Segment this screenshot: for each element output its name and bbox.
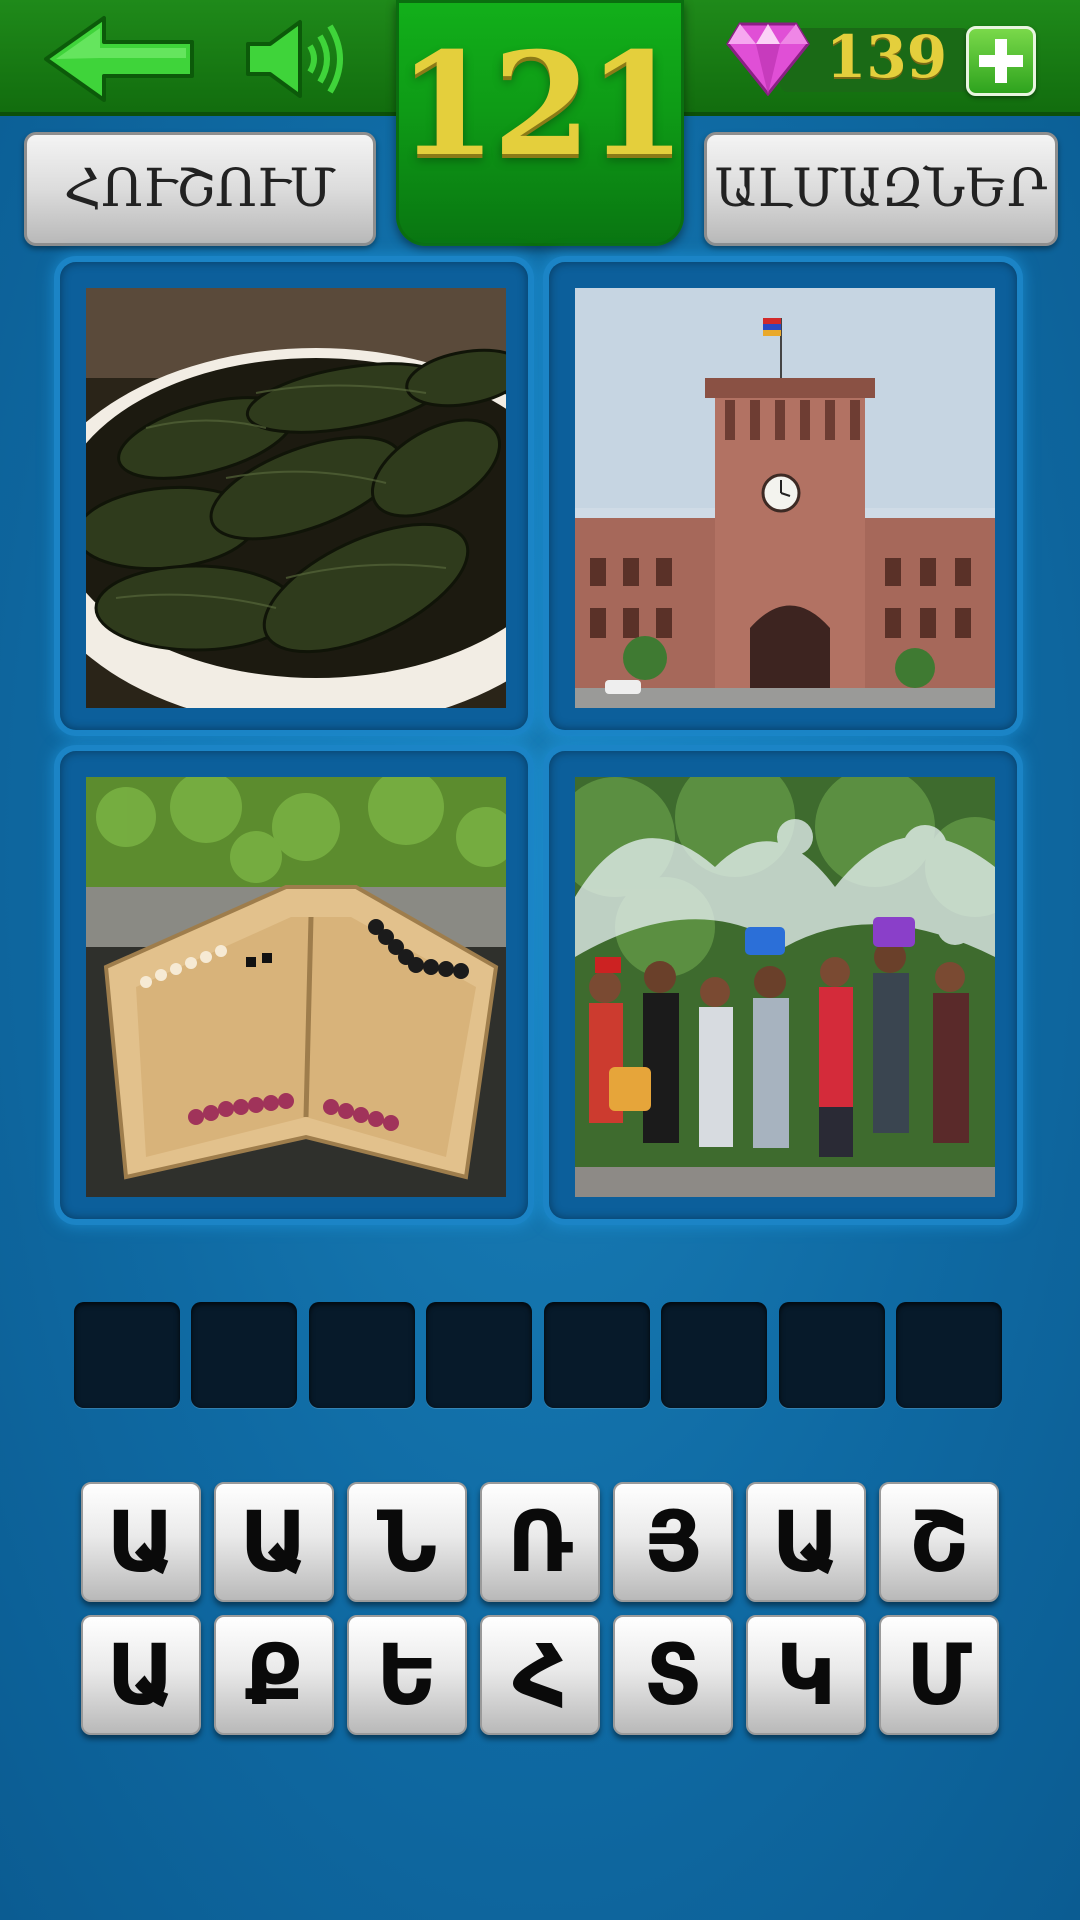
- letter-key[interactable]: Ք: [214, 1615, 334, 1735]
- letter-key[interactable]: Կ: [746, 1615, 866, 1735]
- letter-key[interactable]: Շ: [879, 1482, 999, 1602]
- answer-slot-7[interactable]: [779, 1302, 885, 1408]
- answer-slot-8[interactable]: [896, 1302, 1002, 1408]
- letter-key[interactable]: Ռ: [480, 1482, 600, 1602]
- hint-button[interactable]: ՀՈՒՇՈՒՄ: [24, 132, 376, 246]
- answer-slot-3[interactable]: [309, 1302, 415, 1408]
- picture-tile-3[interactable]: [60, 751, 528, 1219]
- gems-button[interactable]: ԱԼՄԱԶՆԵՐ: [704, 132, 1058, 246]
- add-gems-button[interactable]: [966, 26, 1036, 96]
- picture-tile-4[interactable]: [549, 751, 1017, 1219]
- answer-slot-6[interactable]: [661, 1302, 767, 1408]
- level-number: 121: [397, 22, 686, 188]
- back-arrow-icon[interactable]: [42, 14, 202, 104]
- letter-key[interactable]: Մ: [879, 1615, 999, 1735]
- letter-key[interactable]: Տ: [613, 1615, 733, 1735]
- water-festival-image: [575, 777, 995, 1197]
- letter-key[interactable]: Ա: [81, 1615, 201, 1735]
- government-building-image: [575, 288, 995, 708]
- letter-key[interactable]: Հ: [480, 1615, 600, 1735]
- letter-key[interactable]: Ա: [214, 1482, 334, 1602]
- letter-key[interactable]: Ն: [347, 1482, 467, 1602]
- letter-key[interactable]: Յ: [613, 1482, 733, 1602]
- gem-icon: [726, 20, 810, 97]
- gem-count: 139: [826, 23, 948, 91]
- answer-slot-4[interactable]: [426, 1302, 532, 1408]
- letter-key[interactable]: Ե: [347, 1615, 467, 1735]
- answer-slot-1[interactable]: [74, 1302, 180, 1408]
- letter-key[interactable]: Ա: [81, 1482, 201, 1602]
- picture-tile-1[interactable]: [60, 262, 528, 730]
- answer-slot-5[interactable]: [544, 1302, 650, 1408]
- backgammon-board-image: [86, 777, 506, 1197]
- picture-tile-2[interactable]: [549, 262, 1017, 730]
- answer-slot-2[interactable]: [191, 1302, 297, 1408]
- letter-key[interactable]: Ա: [746, 1482, 866, 1602]
- speaker-icon[interactable]: [244, 18, 354, 100]
- dolma-image: [86, 288, 506, 708]
- level-panel: 121: [396, 0, 686, 246]
